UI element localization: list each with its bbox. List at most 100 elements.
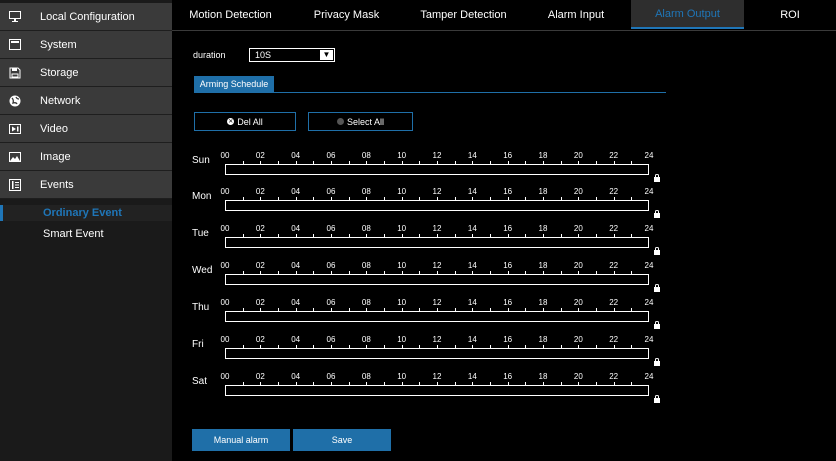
hour-tick (313, 197, 314, 200)
hour-tick (614, 234, 615, 237)
hour-label: 22 (609, 151, 619, 160)
day-schedule-bar[interactable] (225, 200, 649, 211)
hour-label: 12 (432, 187, 442, 196)
sidebar-item-label: Storage (40, 66, 79, 79)
sidebar-subitem-ordinary-event[interactable]: Ordinary Event (0, 205, 172, 221)
sidebar: Local Configuration System Storage Netwo… (0, 0, 172, 461)
chevron-down-icon: ▼ (320, 50, 333, 60)
sidebar-item-system[interactable]: System (0, 31, 172, 59)
hour-tick (525, 271, 526, 274)
select-icon (336, 118, 344, 125)
hour-label: 16 (503, 151, 513, 160)
duration-label: duration (193, 50, 226, 60)
hour-label: 00 (220, 224, 230, 233)
tab-alarm-input[interactable]: Alarm Input (523, 0, 629, 29)
hour-tick (614, 308, 615, 311)
hour-tick (384, 161, 385, 164)
hour-label: 14 (467, 151, 477, 160)
hour-tick (260, 345, 261, 348)
copy-schedule-icon[interactable] (653, 395, 661, 403)
duration-select[interactable]: 10S ▼ (249, 48, 335, 62)
sidebar-item-image[interactable]: Image (0, 143, 172, 171)
del-all-button[interactable]: ✕ Del All (194, 112, 296, 131)
tab-motion-detection[interactable]: Motion Detection (172, 0, 289, 29)
hour-tick (472, 308, 473, 311)
day-schedule-bar[interactable] (225, 274, 649, 285)
hour-label: 18 (538, 298, 548, 307)
hour-tick (437, 161, 438, 164)
day-label: Mon (192, 191, 212, 202)
copy-schedule-icon[interactable] (653, 321, 661, 329)
sidebar-item-network[interactable]: Network (0, 87, 172, 115)
day-label: Fri (192, 339, 204, 350)
day-schedule-bar[interactable] (225, 348, 649, 359)
save-button[interactable]: Save (293, 429, 391, 451)
hour-tick (349, 271, 350, 274)
hour-tick (525, 382, 526, 385)
tab-tamper-detection[interactable]: Tamper Detection (404, 0, 523, 29)
image-icon (8, 151, 22, 163)
copy-schedule-icon[interactable] (653, 358, 661, 366)
day-schedule-bar[interactable] (225, 311, 649, 322)
hour-label: 12 (432, 224, 442, 233)
hour-label: 24 (644, 187, 654, 196)
tab-alarm-output[interactable]: Alarm Output (631, 0, 744, 29)
sidebar-item-storage[interactable]: Storage (0, 59, 172, 87)
hour-tick (631, 271, 632, 274)
hour-tick (525, 308, 526, 311)
day-label: Tue (192, 228, 209, 239)
hour-label: 22 (609, 261, 619, 270)
sidebar-subitem-label: Smart Event (43, 228, 104, 240)
hour-label: 06 (326, 151, 336, 160)
sidebar-subitem-smart-event[interactable]: Smart Event (0, 226, 172, 242)
sidebar-subitem-label: Ordinary Event (43, 207, 122, 219)
hour-tick (384, 197, 385, 200)
sidebar-item-local-configuration[interactable]: Local Configuration (0, 3, 172, 31)
tab-underline (194, 92, 666, 93)
day-schedule-bar[interactable] (225, 237, 649, 248)
hour-label: 20 (573, 261, 583, 270)
hour-tick (366, 345, 367, 348)
hour-label: 14 (467, 224, 477, 233)
hour-label: 04 (291, 372, 301, 381)
hour-tick (296, 345, 297, 348)
hour-tick (508, 382, 509, 385)
hour-tick (419, 271, 420, 274)
hour-label: 20 (573, 372, 583, 381)
sidebar-item-video[interactable]: Video (0, 115, 172, 143)
tab-bar: Motion Detection Privacy Mask Tamper Det… (172, 0, 836, 31)
tab-privacy-mask[interactable]: Privacy Mask (289, 0, 404, 29)
day-label: Sun (192, 155, 210, 166)
hour-label: 22 (609, 298, 619, 307)
copy-schedule-icon[interactable] (653, 210, 661, 218)
hour-label: 04 (291, 151, 301, 160)
hour-label: 04 (291, 335, 301, 344)
select-all-label: Select All (346, 116, 385, 127)
hour-tick (278, 382, 279, 385)
hour-label: 18 (538, 372, 548, 381)
hour-tick (596, 197, 597, 200)
tab-roi[interactable]: ROI (744, 0, 836, 29)
hour-label: 24 (644, 335, 654, 344)
hour-label: 08 (361, 298, 371, 307)
tab-arming-schedule[interactable]: Arming Schedule (194, 76, 274, 92)
hour-tick (384, 271, 385, 274)
day-schedule-bar[interactable] (225, 385, 649, 396)
hour-tick (402, 382, 403, 385)
sidebar-item-events[interactable]: Events (0, 171, 172, 199)
hour-label: 14 (467, 261, 477, 270)
hour-tick (472, 161, 473, 164)
hour-tick (508, 345, 509, 348)
hour-tick (614, 197, 615, 200)
copy-schedule-icon[interactable] (653, 174, 661, 182)
hour-label: 02 (255, 335, 265, 344)
copy-schedule-icon[interactable] (653, 247, 661, 255)
manual-alarm-button[interactable]: Manual alarm (192, 429, 290, 451)
copy-schedule-icon[interactable] (653, 284, 661, 292)
hour-label: 14 (467, 372, 477, 381)
day-schedule-bar[interactable] (225, 164, 649, 175)
hour-tick (349, 161, 350, 164)
storage-icon (8, 67, 22, 79)
select-all-button[interactable]: Select All (308, 112, 413, 131)
hour-tick (331, 271, 332, 274)
